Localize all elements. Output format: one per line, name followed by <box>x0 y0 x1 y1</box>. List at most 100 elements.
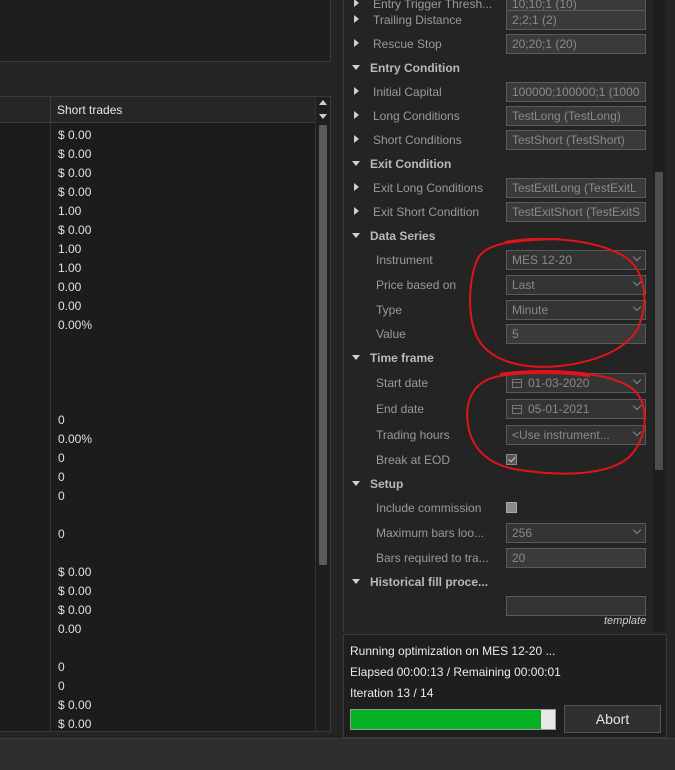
column-header-short-trades[interactable]: Short trades <box>57 103 122 117</box>
strategy-analyzer-window: Short trades $ 0.00 $ 0.00 $ 0.00 $ 0.00 1.0… <box>0 0 675 770</box>
grid-cell-short-trades: $ 0.00 <box>58 565 92 579</box>
property-include-commission[interactable]: Include commission <box>344 496 653 520</box>
property-label: Exit Short Condition <box>373 205 480 219</box>
property-short-conditions[interactable]: Short Conditions TestShort (TestShort) <box>344 128 653 152</box>
chevron-down-icon[interactable] <box>632 525 642 535</box>
scrollbar-thumb[interactable] <box>319 125 327 565</box>
start-date-picker[interactable]: 01-03-2020 <box>506 373 646 393</box>
property-trading-hours[interactable]: Trading hours <Use instrument... <box>344 423 653 447</box>
collapse-triangle-icon[interactable] <box>352 161 360 166</box>
property-trailing-distance[interactable]: Trailing Distance 2;2;1 (2) <box>344 8 653 32</box>
include-commission-checkbox[interactable] <box>506 502 517 513</box>
properties-panel: Entry Trigger Thresh... 10;10;1 (10) Tra… <box>343 0 653 632</box>
break-at-eod-checkbox[interactable] <box>506 454 517 465</box>
expand-arrow-icon[interactable] <box>354 87 359 95</box>
properties-scrollbar[interactable] <box>653 0 665 632</box>
grid-cell-short-trades: 0.00% <box>58 318 93 332</box>
pane-divider <box>0 62 340 96</box>
max-bars-lookback-dropdown[interactable]: 256 <box>506 523 646 543</box>
property-value-field[interactable]: 20;20;1 (20) <box>506 34 646 54</box>
collapse-triangle-icon[interactable] <box>352 481 360 486</box>
property-value-field[interactable]: TestExitShort (TestExitS <box>506 202 646 222</box>
property-label: Include commission <box>376 501 482 515</box>
expand-arrow-icon[interactable] <box>354 183 359 191</box>
expand-arrow-icon[interactable] <box>354 135 359 143</box>
calendar-icon[interactable] <box>512 405 522 414</box>
expand-arrow-icon[interactable] <box>354 0 359 7</box>
template-link[interactable]: template <box>604 615 646 627</box>
grid-cell-short-trades: $ 0.00 <box>58 147 92 161</box>
trading-hours-dropdown[interactable]: <Use instrument... <box>506 425 646 445</box>
collapse-triangle-icon[interactable] <box>352 355 360 360</box>
grid-cell-short-trades: 0 <box>58 527 65 541</box>
bars-required-field[interactable]: 20 <box>506 548 646 568</box>
category-entry-condition[interactable]: Entry Condition <box>344 56 653 80</box>
property-instrument[interactable]: Instrument MES 12-20 <box>344 248 653 272</box>
grid-cell-short-trades: 0 <box>58 470 65 484</box>
chevron-down-icon[interactable] <box>632 302 642 312</box>
scroll-up-arrow-icon[interactable] <box>319 100 327 105</box>
end-date-picker[interactable]: 05-01-2021 <box>506 399 646 419</box>
property-value-field[interactable]: 2;2;1 (2) <box>506 10 646 30</box>
chevron-down-icon[interactable] <box>632 277 642 287</box>
calendar-icon[interactable] <box>512 379 522 388</box>
results-summary-pane <box>0 0 331 62</box>
property-value-field[interactable]: TestShort (TestShort) <box>506 130 646 150</box>
type-dropdown[interactable]: Minute <box>506 300 646 320</box>
category-time-frame[interactable]: Time frame <box>344 346 653 370</box>
expand-arrow-icon[interactable] <box>354 207 359 215</box>
chevron-down-icon[interactable] <box>632 375 642 385</box>
property-price-based-on[interactable]: Price based on Last <box>344 273 653 297</box>
scrollbar-thumb[interactable] <box>655 172 663 470</box>
collapse-triangle-icon[interactable] <box>352 65 360 70</box>
property-maximum-bars-lookback[interactable]: Maximum bars loo... 256 <box>344 521 653 545</box>
grid-vertical-scrollbar[interactable] <box>315 97 330 731</box>
property-exit-long-conditions[interactable]: Exit Long Conditions TestExitLong (TestE… <box>344 176 653 200</box>
collapse-triangle-icon[interactable] <box>352 579 360 584</box>
expand-arrow-icon[interactable] <box>354 111 359 119</box>
collapse-triangle-icon[interactable] <box>352 233 360 238</box>
instrument-dropdown[interactable]: MES 12-20 <box>506 250 646 270</box>
status-strip <box>0 738 675 770</box>
dropdown-value: Last <box>512 278 535 292</box>
property-start-date[interactable]: Start date 01-03-2020 <box>344 371 653 395</box>
property-value-field[interactable]: 100000;100000;1 (1000 <box>506 82 646 102</box>
abort-button[interactable]: Abort <box>564 705 661 733</box>
grid-cell-short-trades: $ 0.00 <box>58 584 92 598</box>
expand-arrow-icon[interactable] <box>354 39 359 47</box>
chevron-down-icon[interactable] <box>632 427 642 437</box>
category-historical-fill-processing[interactable]: Historical fill proce... <box>344 570 653 594</box>
grid-cell-short-trades: 1.00 <box>58 242 82 256</box>
grid-cell-short-trades: 1.00 <box>58 261 82 275</box>
property-long-conditions[interactable]: Long Conditions TestLong (TestLong) <box>344 104 653 128</box>
property-value[interactable]: Value 5 <box>344 322 653 346</box>
grid-cell-short-trades: 0.00 <box>58 622 82 636</box>
scroll-down-arrow-icon[interactable] <box>319 114 327 119</box>
value-field[interactable]: 5 <box>506 324 646 344</box>
property-label: Short Conditions <box>373 133 462 147</box>
historical-fill-dropdown[interactable] <box>506 596 646 616</box>
property-break-at-eod[interactable]: Break at EOD <box>344 448 653 472</box>
chevron-down-icon[interactable] <box>632 401 642 411</box>
property-initial-capital[interactable]: Initial Capital 100000;100000;1 (1000 <box>344 80 653 104</box>
property-bars-required-to-trade[interactable]: Bars required to tra... 20 <box>344 546 653 570</box>
category-setup[interactable]: Setup <box>344 472 653 496</box>
property-rescue-stop[interactable]: Rescue Stop 20;20;1 (20) <box>344 32 653 56</box>
property-label: End date <box>376 402 425 416</box>
grid-cell-short-trades: 0 <box>58 451 65 465</box>
property-label: Rescue Stop <box>373 37 442 51</box>
price-based-on-dropdown[interactable]: Last <box>506 275 646 295</box>
property-label: Trading hours <box>376 428 450 442</box>
column-separator[interactable] <box>50 97 51 122</box>
grid-cell-short-trades: 0 <box>58 489 65 503</box>
category-title: Data Series <box>370 229 436 243</box>
category-data-series[interactable]: Data Series <box>344 224 653 248</box>
expand-arrow-icon[interactable] <box>354 15 359 23</box>
chevron-down-icon[interactable] <box>632 252 642 262</box>
property-end-date[interactable]: End date 05-01-2021 <box>344 397 653 421</box>
category-exit-condition[interactable]: Exit Condition <box>344 152 653 176</box>
property-value-field[interactable]: TestLong (TestLong) <box>506 106 646 126</box>
property-value-field[interactable]: TestExitLong (TestExitL <box>506 178 646 198</box>
property-type[interactable]: Type Minute <box>344 298 653 322</box>
property-exit-short-condition[interactable]: Exit Short Condition TestExitShort (Test… <box>344 200 653 224</box>
